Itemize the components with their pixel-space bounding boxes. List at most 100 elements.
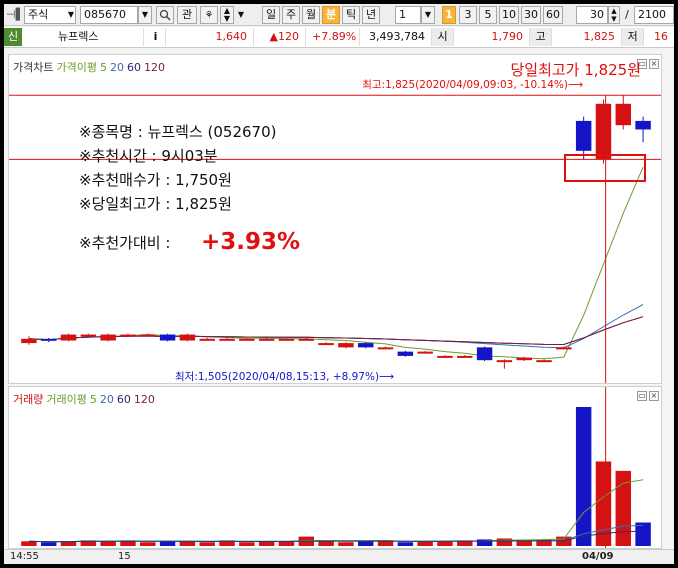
high-label: 고 [530,28,552,46]
period-tick[interactable]: 틱 [342,6,360,24]
candle-body [437,355,453,358]
volume-bar [357,541,374,546]
interval-dropdown-button[interactable]: ▼ [421,6,435,24]
high-value: 1,825 [552,28,622,46]
right-scroll-strip[interactable] [664,54,674,549]
note-line: ※추천매수가 : 1,750원 [79,171,232,189]
candle-body [199,338,215,341]
spin-button[interactable]: ▲ ▼ [220,6,234,24]
volume-bar [278,541,295,546]
note-line: ※종목명 : 뉴프렉스 (052670) [79,123,277,141]
candle-body [397,351,414,356]
pin-icon[interactable]: ⊣▌ [6,6,24,24]
volume-bar [40,542,57,546]
code-dropdown-button[interactable]: ▼ [138,6,152,24]
info-icon[interactable]: i [146,28,166,46]
candle-body [278,338,295,341]
quote-bar: 신 뉴프렉스 i 1,640 ▲120 +7.89% 3,493,784 시 1… [4,27,674,48]
volume-bar [21,541,37,546]
toolbar: ⊣▌ 주식 ▼ 085670 ▼ 관 ⚘ ▲ ▼ ▼ 일 주 월 분 틱 년 1 … [4,4,674,26]
price-change: ▲120 [254,28,306,46]
count-total: 2100 [634,6,674,24]
minute-option-3[interactable]: 3 [459,6,477,24]
candle-body [635,120,651,130]
candle-body [60,334,77,341]
search-icon [159,9,171,21]
candle-body [575,120,592,151]
minute-option-60[interactable]: 60 [543,6,563,24]
volume-chart-panel[interactable]: 거래량 거래이평 5 20 60 120 ▭ × [8,386,662,549]
code-input[interactable]: 085670 [80,6,138,24]
volume-bar [239,542,255,546]
low-value: 16 [654,30,668,43]
chevron-down-icon[interactable]: ▼ [236,6,246,24]
period-minute[interactable]: 분 [322,6,340,24]
chart-window: ⊣▌ 주식 ▼ 085670 ▼ 관 ⚘ ▲ ▼ ▼ 일 주 월 분 틱 년 1 … [4,4,674,564]
price-change-pct: +7.89% [306,28,360,46]
time-axis: 14:55 15 04/09 [4,549,674,564]
volume-bar [437,541,453,546]
candle-body [159,334,176,341]
candle-body [536,360,552,363]
candle-body [21,338,37,344]
volume-bar [179,541,196,546]
volume-bar [100,541,116,546]
volume-bar [140,542,156,546]
minute-option-1[interactable]: 1 [442,6,456,24]
time-label-date: 04/09 [582,551,614,562]
volume-value: 3,493,784 [360,28,432,46]
candle-body [476,347,493,361]
period-year[interactable]: 년 [362,6,380,24]
candle-body [417,351,433,354]
minute-option-5[interactable]: 5 [479,6,497,24]
minute-option-30[interactable]: 30 [521,6,541,24]
count-stepper[interactable]: ▲ ▼ [608,6,620,24]
search-button[interactable] [156,6,174,24]
minute-option-10[interactable]: 10 [499,6,519,24]
note-line: ※추천시간 : 9시03분 [79,147,218,165]
candle-body [338,343,354,348]
period-day[interactable]: 일 [262,6,280,24]
volume-bar [417,541,433,546]
candle-body [556,347,572,350]
market-select[interactable]: 주식 ▼ [24,6,76,24]
period-month[interactable]: 월 [302,6,320,24]
high-marker-text: 최고:1,825(2020/04/09,09:03, -10.14%)⟶ [362,79,583,91]
ratio-label: ※추천가대비 : [79,234,170,252]
count-input[interactable]: 30 [576,6,608,24]
price-chart-panel[interactable]: 가격차트 가격이평 5 20 60 120 ▭ × 당일최고가 1,825원 최고:1,82… [8,54,662,384]
time-label-15: 15 [118,551,131,562]
candle-body [120,334,136,337]
current-price: 1,640 [168,28,254,46]
ma20-line [28,304,644,349]
market-select-value: 주식 [28,8,49,21]
candle-body [595,103,612,160]
candle-body [318,343,334,346]
volume-chart-canvas [21,387,651,548]
volume-bar [159,541,176,546]
open-label: 시 [432,28,454,46]
headline-text: 당일최고가 1,825원 [510,61,641,79]
time-label-start: 14:55 [10,551,39,562]
candle-body [258,338,275,341]
candle-body [377,347,394,350]
candle-body [140,334,156,337]
candle-body [219,338,235,341]
candle-body [496,360,513,363]
volume-bar [496,538,513,546]
volume-bar [338,542,354,546]
candle-body [516,357,532,361]
low-label: 저 [622,28,644,46]
new-listing-badge: 신 [4,28,22,46]
candle-body [457,355,473,358]
stock-name: 뉴프렉스 [24,28,144,46]
period-week[interactable]: 주 [282,6,300,24]
interval-input[interactable]: 1 [395,6,421,24]
volume-bar [397,542,414,546]
volume-bar [258,541,275,546]
link-button[interactable]: ⚘ [200,6,218,24]
chevron-down-icon: ▼ [67,10,74,19]
candle-body [239,338,255,341]
watch-button[interactable]: 관 [177,6,197,24]
volume-ma5-line [28,479,644,543]
